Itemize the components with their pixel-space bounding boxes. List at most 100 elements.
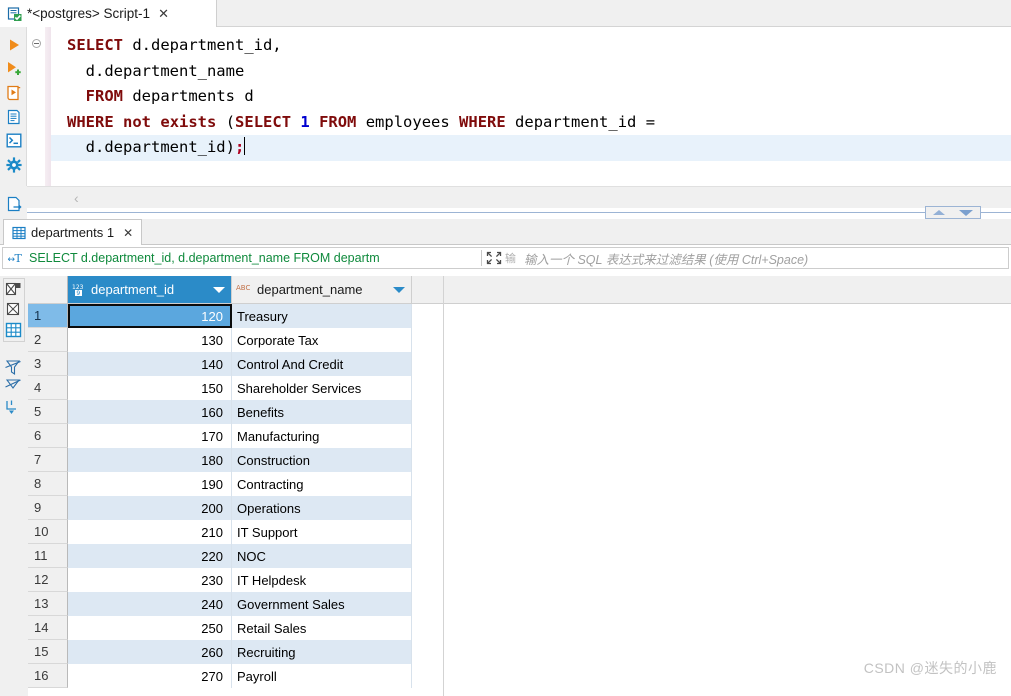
- sql-code-text[interactable]: SELECT d.department_id, d.department_nam…: [51, 33, 1011, 161]
- sash-controls[interactable]: [925, 206, 981, 219]
- cell-department-id[interactable]: 190: [68, 472, 232, 496]
- input-method-icon[interactable]: 输: [505, 251, 519, 265]
- cell-department-id[interactable]: 210: [68, 520, 232, 544]
- cell-department-name[interactable]: Manufacturing: [232, 424, 412, 448]
- cell-department-name[interactable]: Treasury: [232, 304, 412, 328]
- cell-department-name[interactable]: Corporate Tax: [232, 328, 412, 352]
- table-row[interactable]: 9 200 Operations: [28, 496, 1011, 520]
- grid-body[interactable]: 1 120 Treasury 2 130 Corporate Tax 3 140 Control…: [28, 304, 1011, 688]
- row-number-cell[interactable]: 15: [28, 640, 68, 664]
- cell-department-id[interactable]: 250: [68, 616, 232, 640]
- row-number-cell[interactable]: 16: [28, 664, 68, 688]
- row-number-cell[interactable]: 2: [28, 328, 68, 352]
- results-data-grid[interactable]: 123 9 department_id ABC department_name 1 120…: [28, 276, 1011, 696]
- table-row[interactable]: 4 150 Shareholder Services: [28, 376, 1011, 400]
- row-number-cell[interactable]: 8: [28, 472, 68, 496]
- table-row[interactable]: 8 190 Contracting: [28, 472, 1011, 496]
- cell-department-name[interactable]: Shareholder Services: [232, 376, 412, 400]
- row-number-cell[interactable]: 7: [28, 448, 68, 472]
- table-row[interactable]: 2 130 Corporate Tax: [28, 328, 1011, 352]
- row-number-cell[interactable]: 4: [28, 376, 68, 400]
- cell-department-name[interactable]: Construction: [232, 448, 412, 472]
- table-row[interactable]: 12 230 IT Helpdesk: [28, 568, 1011, 592]
- cell-department-name[interactable]: Government Sales: [232, 592, 412, 616]
- chevron-down-icon[interactable]: [393, 286, 405, 293]
- editor-tab-script-1[interactable]: *<postgres> Script-1 ✕: [0, 0, 217, 27]
- grid-column-header-department_name[interactable]: ABC department_name: [232, 276, 412, 304]
- cell-department-name[interactable]: Benefits: [232, 400, 412, 424]
- triangle-down-icon[interactable]: [959, 209, 973, 216]
- horizontal-sash[interactable]: [27, 212, 1011, 213]
- gear-icon[interactable]: [4, 155, 23, 174]
- table-row[interactable]: 7 180 Construction: [28, 448, 1011, 472]
- calc-column-icon[interactable]: [3, 397, 23, 417]
- close-icon[interactable]: ✕: [123, 226, 133, 240]
- cell-department-name[interactable]: NOC: [232, 544, 412, 568]
- row-number-cell[interactable]: 3: [28, 352, 68, 376]
- execute-new-tab-button[interactable]: [4, 59, 23, 78]
- chevron-down-icon[interactable]: [213, 286, 225, 293]
- table-row[interactable]: 5 160 Benefits: [28, 400, 1011, 424]
- row-number-cell[interactable]: 5: [28, 400, 68, 424]
- grid-icon[interactable]: [3, 320, 23, 340]
- row-number-cell[interactable]: 14: [28, 616, 68, 640]
- table-row[interactable]: 15 260 Recruiting: [28, 640, 1011, 664]
- export-document-button[interactable]: [4, 194, 23, 213]
- cell-department-name[interactable]: Recruiting: [232, 640, 412, 664]
- filter-off-icon[interactable]: [3, 358, 23, 378]
- cell-department-name[interactable]: Contracting: [232, 472, 412, 496]
- cell-department-id[interactable]: 120: [68, 304, 232, 328]
- table-row[interactable]: 11 220 NOC: [28, 544, 1011, 568]
- script-document-button[interactable]: [4, 107, 23, 126]
- table-row[interactable]: 1 120 Treasury: [28, 304, 1011, 328]
- row-number-cell[interactable]: 9: [28, 496, 68, 520]
- cell-department-id[interactable]: 220: [68, 544, 232, 568]
- filter-text-icon[interactable]: ↔ T: [7, 251, 27, 265]
- console-button[interactable]: [4, 131, 23, 150]
- execute-statement-button[interactable]: [4, 35, 23, 54]
- table-row[interactable]: 14 250 Retail Sales: [28, 616, 1011, 640]
- cell-department-id[interactable]: 140: [68, 352, 232, 376]
- table-row[interactable]: 13 240 Government Sales: [28, 592, 1011, 616]
- cell-department-id[interactable]: 170: [68, 424, 232, 448]
- row-number-cell[interactable]: 6: [28, 424, 68, 448]
- cell-department-id[interactable]: 160: [68, 400, 232, 424]
- grid-column-header-department_id[interactable]: 123 9 department_id: [68, 276, 232, 304]
- grid-corner-header[interactable]: [28, 276, 68, 304]
- table-row[interactable]: 6 170 Manufacturing: [28, 424, 1011, 448]
- cell-department-id[interactable]: 150: [68, 376, 232, 400]
- cell-department-id[interactable]: 230: [68, 568, 232, 592]
- cell-department-name[interactable]: Operations: [232, 496, 412, 520]
- sort-off-icon[interactable]: [3, 376, 23, 396]
- row-number-cell[interactable]: 11: [28, 544, 68, 568]
- cell-department-id[interactable]: 260: [68, 640, 232, 664]
- row-number-cell[interactable]: 10: [28, 520, 68, 544]
- record-panel-icon[interactable]: [3, 279, 23, 299]
- execute-script-button[interactable]: [4, 83, 23, 102]
- cell-department-id[interactable]: 270: [68, 664, 232, 688]
- expand-arrows-icon[interactable]: [486, 251, 502, 265]
- cell-department-name[interactable]: IT Support: [232, 520, 412, 544]
- table-row[interactable]: 3 140 Control And Credit: [28, 352, 1011, 376]
- cell-department-id[interactable]: 200: [68, 496, 232, 520]
- sql-editor[interactable]: SELECT d.department_id, d.department_nam…: [27, 27, 1011, 186]
- filter-query-text[interactable]: SELECT d.department_id, d.department_nam…: [29, 251, 477, 265]
- table-row[interactable]: 16 270 Payroll: [28, 664, 1011, 688]
- row-number-cell[interactable]: 1: [28, 304, 68, 328]
- results-filter-bar[interactable]: ↔ T SELECT d.department_id, d.department…: [2, 247, 1009, 269]
- cell-department-name[interactable]: Retail Sales: [232, 616, 412, 640]
- close-icon[interactable]: ✕: [158, 7, 169, 20]
- cell-department-name[interactable]: Control And Credit: [232, 352, 412, 376]
- row-number-cell[interactable]: 13: [28, 592, 68, 616]
- table-row[interactable]: 10 210 IT Support: [28, 520, 1011, 544]
- cell-department-id[interactable]: 130: [68, 328, 232, 352]
- cell-department-name[interactable]: IT Helpdesk: [232, 568, 412, 592]
- triangle-up-icon[interactable]: [933, 210, 945, 215]
- results-tab-departments[interactable]: departments 1 ✕: [3, 219, 143, 245]
- cell-department-id[interactable]: 240: [68, 592, 232, 616]
- chevron-left-icon[interactable]: ‹: [74, 190, 79, 206]
- fold-collapse-icon[interactable]: [32, 39, 41, 48]
- cell-department-id[interactable]: 180: [68, 448, 232, 472]
- value-panel-icon[interactable]: [3, 299, 23, 319]
- cell-department-name[interactable]: Payroll: [232, 664, 412, 688]
